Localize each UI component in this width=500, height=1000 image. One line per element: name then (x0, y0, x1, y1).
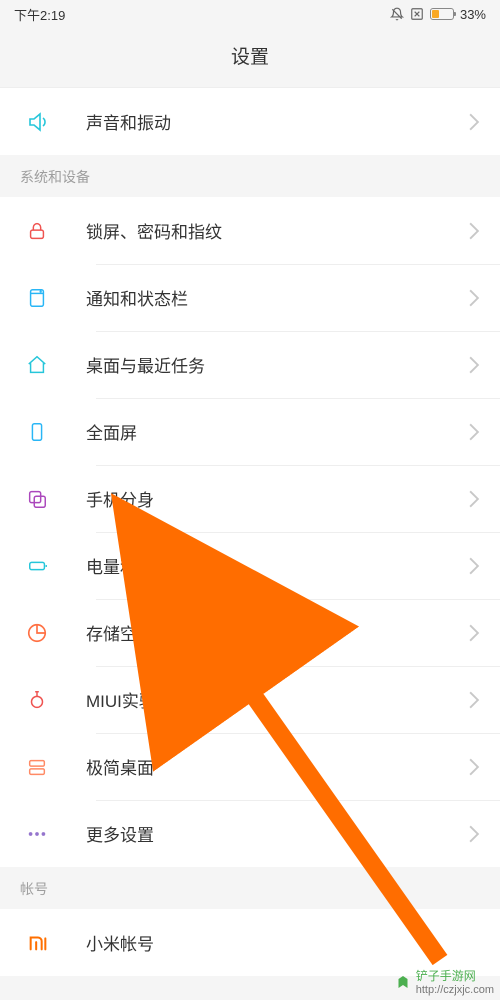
settings-item-secondspace[interactable]: 手机分身 (0, 465, 500, 532)
page-title: 设置 (0, 28, 500, 87)
item-label: 桌面与最近任务 (86, 352, 468, 377)
battery-perf-icon (26, 555, 50, 577)
chevron-right-icon (468, 356, 480, 374)
more-icon (26, 823, 48, 845)
section-system: 锁屏、密码和指纹 通知和状态栏 桌面与最近任务 全面屏 手机分身 电量和性能 存… (0, 197, 500, 867)
dual-apps-icon (26, 488, 48, 510)
settings-item-home[interactable]: 桌面与最近任务 (0, 331, 500, 398)
battery-icon (430, 8, 454, 20)
battery-percent: 33% (460, 7, 486, 22)
section-header-system: 系统和设备 (0, 155, 500, 197)
item-label: 存储空间 (86, 620, 468, 645)
item-label: 声音和振动 (86, 109, 468, 134)
settings-item-sound[interactable]: 声音和振动 (0, 88, 500, 155)
section-header-account: 帐号 (0, 867, 500, 909)
chevron-right-icon (468, 624, 480, 642)
settings-item-mi-account[interactable]: 小米帐号 (0, 909, 500, 976)
chevron-right-icon (468, 289, 480, 307)
chevron-right-icon (468, 557, 480, 575)
lab-icon (26, 689, 48, 711)
watermark-url: http://czjxjc.com (416, 984, 494, 996)
item-label: 极简桌面 (86, 754, 468, 779)
settings-item-fullscreen[interactable]: 全面屏 (0, 398, 500, 465)
item-label: MIUI实验室 (86, 687, 468, 712)
settings-item-battery[interactable]: 电量和性能 (0, 532, 500, 599)
sound-icon (26, 110, 50, 134)
close-box-icon (410, 7, 424, 21)
simple-desktop-icon (26, 756, 48, 778)
notification-bar-icon (26, 287, 48, 309)
storage-icon (26, 622, 48, 644)
chevron-right-icon (468, 490, 480, 508)
settings-item-more[interactable]: 更多设置 (0, 800, 500, 867)
settings-item-lockscreen[interactable]: 锁屏、密码和指纹 (0, 197, 500, 264)
chevron-right-icon (468, 113, 480, 131)
item-label: 锁屏、密码和指纹 (86, 218, 468, 243)
item-label: 全面屏 (86, 419, 468, 444)
item-label: 通知和状态栏 (86, 285, 468, 310)
lock-icon (26, 220, 48, 242)
settings-item-notifications[interactable]: 通知和状态栏 (0, 264, 500, 331)
chevron-right-icon (468, 825, 480, 843)
item-label: 电量和性能 (86, 553, 468, 578)
status-bar: 下午2:19 33% (0, 0, 500, 28)
dnd-icon (390, 7, 404, 21)
section-account: 小米帐号 (0, 909, 500, 976)
item-label: 手机分身 (86, 486, 468, 511)
chevron-right-icon (468, 758, 480, 776)
chevron-right-icon (468, 423, 480, 441)
home-icon (26, 354, 48, 376)
fullscreen-phone-icon (26, 421, 48, 443)
settings-item-miui-lab[interactable]: MIUI实验室 (0, 666, 500, 733)
item-label: 小米帐号 (86, 930, 480, 955)
status-right: 33% (390, 7, 486, 22)
chevron-right-icon (468, 691, 480, 709)
status-time: 下午2:19 (14, 5, 65, 24)
chevron-right-icon (468, 222, 480, 240)
settings-item-lite-mode[interactable]: 极简桌面 (0, 733, 500, 800)
item-label: 更多设置 (86, 821, 468, 846)
mi-logo-icon (26, 932, 50, 954)
settings-item-storage[interactable]: 存储空间 (0, 599, 500, 666)
